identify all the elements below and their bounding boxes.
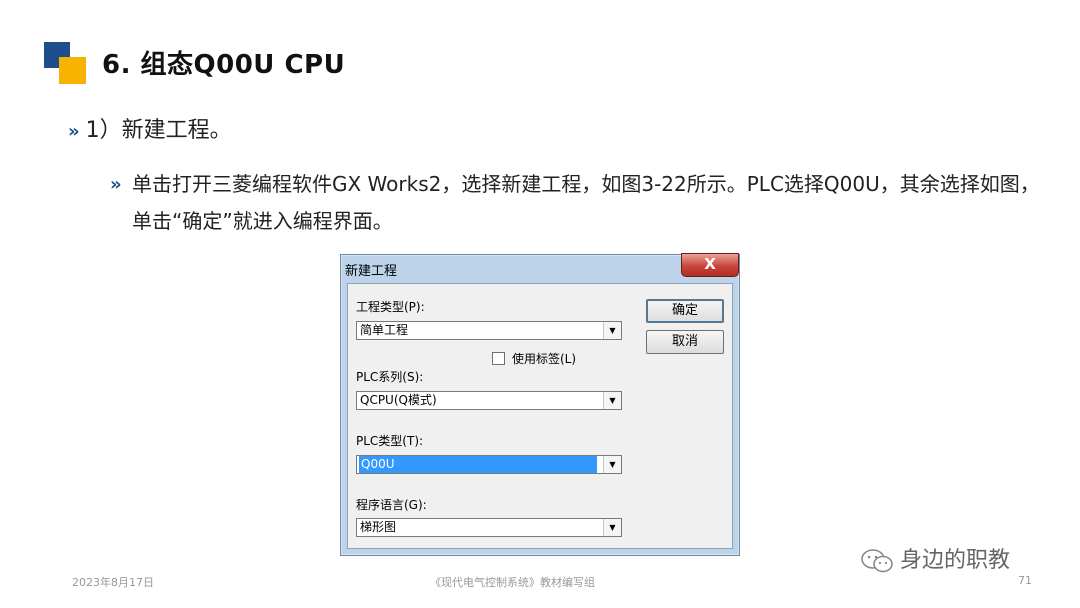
footer-source: 《现代电气控制系统》教材编写组 (430, 576, 595, 589)
bullet-level-1: » 1）新建工程。 (68, 112, 232, 144)
ok-button[interactable]: 确定 (646, 299, 724, 323)
chevron-down-icon[interactable]: ▼ (603, 392, 621, 409)
close-icon: X (704, 255, 716, 273)
dialog-body: 工程类型(P): 简单工程 ▼ 使用标签(L) PLC系列(S): QCPU(Q… (347, 283, 733, 549)
bullet-2-text: 单击打开三菱编程软件GX Works2，选择新建工程，如图3-22所示。PLC选… (132, 172, 1040, 233)
language-value: 梯形图 (360, 520, 397, 534)
watermark-text: 身边的职教 (900, 548, 1011, 573)
footer-page-number: 71 (1018, 574, 1032, 587)
logo-yellow-square (59, 57, 86, 84)
watermark: 身边的职教 (860, 542, 1010, 574)
project-type-dropdown[interactable]: 简单工程 ▼ (356, 321, 622, 340)
wechat-icon (861, 549, 893, 573)
plc-series-dropdown[interactable]: QCPU(Q模式) ▼ (356, 391, 622, 410)
close-button[interactable]: X (681, 253, 739, 277)
chevron-icon: » (68, 121, 80, 142)
project-type-value: 简单工程 (360, 323, 409, 337)
footer-date: 2023年8月17日 (72, 576, 154, 589)
slide-title: 6. 组态Q00U CPU (102, 50, 346, 80)
plc-series-label: PLC系列(S): (356, 370, 424, 384)
chevron-down-icon[interactable]: ▼ (603, 456, 621, 473)
bullet-level-2: » 单击打开三菱编程软件GX Works2，选择新建工程，如图3-22所示。PL… (110, 166, 1040, 240)
use-label-checkbox[interactable] (492, 352, 505, 365)
plc-type-value: Q00U (359, 456, 597, 473)
slide-logo-mark (44, 42, 86, 84)
language-dropdown[interactable]: 梯形图 ▼ (356, 518, 622, 537)
plc-type-dropdown[interactable]: Q00U ▼ (356, 455, 622, 474)
plc-series-value: QCPU(Q模式) (360, 393, 437, 407)
bullet-1-text: 1）新建工程。 (85, 118, 232, 143)
language-label: 程序语言(G): (356, 498, 427, 512)
chevron-down-icon[interactable]: ▼ (603, 519, 621, 536)
project-type-label: 工程类型(P): (356, 300, 425, 314)
new-project-dialog: 新建工程 X 工程类型(P): 简单工程 ▼ 使用标签(L) PLC系列(S):… (340, 253, 740, 556)
dialog-titlebar[interactable]: 新建工程 X (341, 253, 739, 283)
use-label-text: 使用标签(L) (512, 352, 577, 366)
chevron-down-icon[interactable]: ▼ (603, 322, 621, 339)
dialog-title: 新建工程 (345, 264, 398, 279)
plc-type-label: PLC类型(T): (356, 434, 424, 448)
cancel-button[interactable]: 取消 (646, 330, 724, 354)
chevron-icon: » (110, 174, 122, 195)
